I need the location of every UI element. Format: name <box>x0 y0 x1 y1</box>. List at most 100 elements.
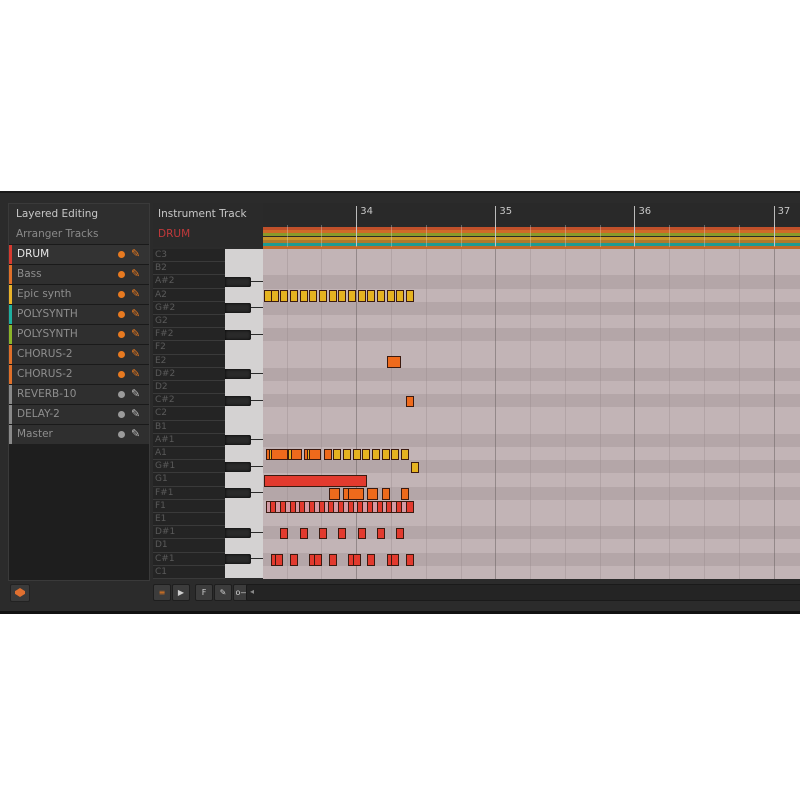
midi-note[interactable] <box>270 290 279 302</box>
midi-note[interactable] <box>362 448 371 461</box>
track-row[interactable]: CHORUS-2 ✎ <box>9 364 149 384</box>
track-row[interactable]: Epic synth ✎ <box>9 284 149 304</box>
midi-note[interactable] <box>386 290 395 302</box>
track-row[interactable]: POLYSYNTH ✎ <box>9 324 149 344</box>
midi-note[interactable] <box>338 290 347 302</box>
midi-note[interactable] <box>376 290 385 302</box>
midi-note[interactable] <box>352 554 361 566</box>
record-arm-dot-icon[interactable] <box>118 311 125 318</box>
note-editor-grid[interactable] <box>263 249 800 579</box>
midi-note[interactable] <box>405 290 414 302</box>
edit-pencil-icon[interactable]: ✎ <box>131 388 143 400</box>
midi-note[interactable] <box>400 488 409 500</box>
tool-button[interactable]: ✎ <box>214 584 232 601</box>
record-arm-dot-icon[interactable] <box>118 431 125 438</box>
midi-note[interactable] <box>347 290 356 302</box>
black-key[interactable] <box>225 554 251 565</box>
edit-pencil-icon[interactable]: ✎ <box>131 408 143 420</box>
midi-note[interactable] <box>367 554 376 566</box>
fold-button[interactable]: F <box>195 584 213 601</box>
record-arm-dot-icon[interactable] <box>118 251 125 258</box>
midi-note[interactable] <box>405 395 414 408</box>
black-key[interactable] <box>225 395 251 406</box>
midi-note[interactable] <box>289 290 298 302</box>
record-arm-dot-icon[interactable] <box>118 391 125 398</box>
midi-note[interactable] <box>289 554 298 566</box>
edit-pencil-icon[interactable]: ✎ <box>131 308 143 320</box>
midi-note[interactable] <box>396 290 405 302</box>
midi-note[interactable] <box>405 554 414 566</box>
midi-note[interactable] <box>391 554 400 566</box>
edit-pencil-icon[interactable]: ✎ <box>131 268 143 280</box>
track-row[interactable]: DELAY-2 ✎ <box>9 404 149 424</box>
midi-note[interactable] <box>410 461 419 474</box>
record-arm-dot-icon[interactable] <box>118 371 125 378</box>
track-row[interactable]: CHORUS-2 ✎ <box>9 344 149 364</box>
midi-note[interactable] <box>333 448 342 461</box>
record-arm-dot-icon[interactable] <box>118 271 125 278</box>
midi-note[interactable] <box>291 448 302 461</box>
edit-pencil-icon[interactable]: ✎ <box>131 248 143 260</box>
black-key[interactable] <box>225 303 251 314</box>
midi-note[interactable] <box>313 554 322 566</box>
midi-note[interactable] <box>328 488 340 500</box>
midi-note[interactable] <box>405 501 414 513</box>
edit-pencil-icon[interactable]: ✎ <box>131 428 143 440</box>
midi-note[interactable] <box>280 290 289 302</box>
layers-button[interactable] <box>10 584 30 602</box>
track-row[interactable]: Bass ✎ <box>9 264 149 284</box>
midi-note[interactable] <box>299 527 308 540</box>
midi-note[interactable] <box>328 290 337 302</box>
midi-note[interactable] <box>381 488 390 500</box>
audio-event-button[interactable]: ▶ <box>172 584 190 601</box>
record-arm-dot-icon[interactable] <box>118 351 125 358</box>
midi-note[interactable] <box>338 527 347 540</box>
edit-pencil-icon[interactable]: ✎ <box>131 328 143 340</box>
midi-note[interactable] <box>318 527 327 540</box>
midi-note[interactable] <box>391 448 400 461</box>
black-key[interactable] <box>225 527 251 538</box>
black-key[interactable] <box>225 488 251 499</box>
midi-note[interactable] <box>347 488 365 500</box>
midi-note[interactable] <box>270 448 288 461</box>
midi-note[interactable] <box>371 448 380 461</box>
layer-toggle-button[interactable]: ≡ <box>153 584 171 601</box>
midi-note[interactable] <box>309 448 321 461</box>
midi-note[interactable] <box>309 290 318 302</box>
horizontal-scrollbar[interactable]: ◂ <box>246 584 800 601</box>
black-key[interactable] <box>225 435 251 446</box>
timeline-ruler[interactable]: 34 35 36 37 <box>263 203 800 250</box>
edit-pencil-icon[interactable]: ✎ <box>131 348 143 360</box>
record-arm-dot-icon[interactable] <box>118 291 125 298</box>
midi-note[interactable] <box>367 290 376 302</box>
track-row[interactable]: POLYSYNTH ✎ <box>9 304 149 324</box>
midi-note[interactable] <box>357 290 366 302</box>
black-key[interactable] <box>225 461 251 472</box>
midi-note[interactable] <box>275 554 284 566</box>
track-row[interactable]: REVERB-10 ✎ <box>9 384 149 404</box>
midi-note[interactable] <box>357 527 366 540</box>
midi-note[interactable] <box>386 356 401 368</box>
midi-note[interactable] <box>381 448 390 461</box>
black-key[interactable] <box>225 276 251 287</box>
edit-pencil-icon[interactable]: ✎ <box>131 368 143 380</box>
track-row[interactable]: Master ✎ <box>9 424 149 444</box>
track-row[interactable]: DRUM ✎ <box>9 244 149 264</box>
black-key[interactable] <box>225 329 251 340</box>
edit-pencil-icon[interactable]: ✎ <box>131 288 143 300</box>
midi-note[interactable] <box>318 290 327 302</box>
midi-note[interactable] <box>367 488 379 500</box>
midi-note[interactable] <box>280 527 289 540</box>
midi-note[interactable] <box>400 448 409 461</box>
midi-note[interactable] <box>376 527 385 540</box>
scroll-left-arrow-icon[interactable]: ◂ <box>250 587 254 596</box>
record-arm-dot-icon[interactable] <box>118 331 125 338</box>
midi-note[interactable] <box>323 448 332 461</box>
midi-note[interactable] <box>328 554 337 566</box>
midi-note[interactable] <box>396 527 405 540</box>
piano-keyboard[interactable]: C3 B2 A#2 A2 G#2 G2 F#2 F2 E2 D#2 D2 C#2 C2 B1 A#1 A1 G#… <box>153 249 263 579</box>
midi-note[interactable] <box>299 290 308 302</box>
midi-note[interactable] <box>264 474 368 487</box>
record-arm-dot-icon[interactable] <box>118 411 125 418</box>
midi-note[interactable] <box>352 448 361 461</box>
